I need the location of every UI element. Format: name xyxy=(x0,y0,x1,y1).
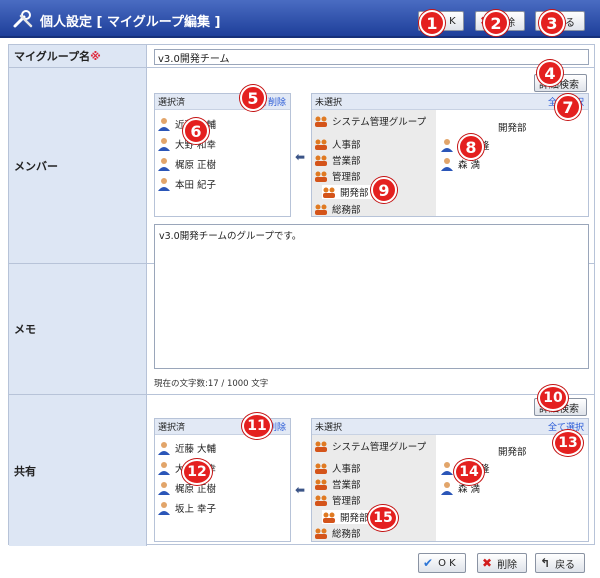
callout-badge: 1 xyxy=(419,10,445,36)
group-icon xyxy=(315,139,327,150)
group-icon xyxy=(315,463,327,474)
user-icon xyxy=(158,482,170,495)
callout-badge: 10 xyxy=(538,385,568,411)
member-right-heading: 開発部 xyxy=(498,123,527,134)
share-selected-item[interactable]: 近藤 大輔 xyxy=(157,441,216,455)
callout-badge: 5 xyxy=(240,85,266,111)
share-selected-item[interactable]: 坂上 幸子 xyxy=(157,501,216,515)
user-icon xyxy=(441,482,453,495)
member-selected-panel: 選択済 全て削除 xyxy=(154,93,291,217)
selected-header: 選択済 xyxy=(158,423,186,433)
tools-icon xyxy=(13,10,33,28)
page-title: 個人設定 [ マイグループ編集 ] xyxy=(40,15,221,30)
group-icon xyxy=(323,187,335,198)
user-icon xyxy=(441,462,453,475)
user-icon xyxy=(158,138,170,151)
callout-badge: 7 xyxy=(555,94,581,120)
add-arrow-icon[interactable]: ⬅ xyxy=(295,483,305,497)
share-group-item[interactable]: 営業部 xyxy=(314,477,361,491)
group-icon xyxy=(315,116,327,127)
footer-ok-button[interactable]: ✔ O K xyxy=(418,553,466,573)
user-icon xyxy=(158,178,170,191)
group-icon xyxy=(323,512,335,523)
group-icon xyxy=(315,495,327,506)
member-group-item[interactable]: 人事部 xyxy=(314,137,361,151)
share-subgroup-item[interactable]: 開発部 xyxy=(322,510,373,524)
user-icon xyxy=(441,139,453,152)
callout-badge: 14 xyxy=(454,459,484,485)
group-icon xyxy=(315,441,327,452)
callout-badge: 9 xyxy=(371,177,397,203)
callout-badge: 11 xyxy=(242,413,272,439)
members-label: メンバー xyxy=(9,68,147,263)
unselected-header: 未選択 xyxy=(315,98,343,108)
member-group-item[interactable]: 営業部 xyxy=(314,153,361,167)
memo-counter: 現在の文字数:17 / 1000 文字 xyxy=(154,379,269,389)
user-icon xyxy=(441,158,453,171)
add-arrow-icon[interactable]: ⬅ xyxy=(295,150,305,164)
callout-badge: 6 xyxy=(183,118,209,144)
footer-delete-button[interactable]: ✖ 削除 xyxy=(477,553,527,573)
unselected-header: 未選択 xyxy=(315,423,343,433)
member-selected-item[interactable]: 梶原 正樹 xyxy=(157,157,216,171)
share-selected-panel: 選択済全て削除 xyxy=(154,418,291,542)
group-icon xyxy=(315,171,327,182)
return-arrow-icon: ↰ xyxy=(540,556,551,570)
member-group-item[interactable]: 総務部 xyxy=(314,202,361,216)
footer-back-button[interactable]: ↰ 戻る xyxy=(535,553,585,573)
share-right-heading: 開発部 xyxy=(498,447,527,458)
share-group-item[interactable]: 人事部 xyxy=(314,461,361,475)
group-icon xyxy=(315,479,327,490)
selected-header: 選択済 xyxy=(158,98,186,108)
user-icon xyxy=(158,442,170,455)
group-icon xyxy=(315,204,327,215)
user-icon xyxy=(158,158,170,171)
member-group-item[interactable]: システム管理グループ xyxy=(314,114,426,128)
callout-badge: 13 xyxy=(553,430,583,456)
share-label: 共有 xyxy=(9,395,147,546)
share-selected-item[interactable]: 梶原 正樹 xyxy=(157,481,216,495)
group-name-label: マイグループ名 ※ xyxy=(9,45,147,67)
callout-badge: 2 xyxy=(483,10,509,36)
member-selected-item[interactable]: 本田 紀子 xyxy=(157,177,216,191)
share-group-item[interactable]: 管理部 xyxy=(314,493,361,507)
memo-label: メモ xyxy=(9,264,147,394)
group-icon xyxy=(315,528,327,539)
callout-badge: 12 xyxy=(182,459,212,485)
member-subgroup-item[interactable]: 開発部 xyxy=(322,185,373,199)
required-mark: ※ xyxy=(90,49,101,63)
group-icon xyxy=(315,155,327,166)
callout-badge: 8 xyxy=(458,134,484,160)
memo-textarea[interactable]: v3.0開発チームのグループです。 xyxy=(154,224,589,369)
user-icon xyxy=(158,118,170,131)
callout-badge: 4 xyxy=(537,60,563,86)
callout-badge: 15 xyxy=(368,505,398,531)
group-name-input[interactable]: v3.0開発チーム xyxy=(154,49,589,65)
share-group-item[interactable]: 総務部 xyxy=(314,526,361,540)
x-icon: ✖ xyxy=(482,556,493,570)
member-group-item[interactable]: 管理部 xyxy=(314,169,361,183)
share-group-item[interactable]: システム管理グループ xyxy=(314,439,426,453)
callout-badge: 3 xyxy=(539,10,565,36)
user-icon xyxy=(158,462,170,475)
user-icon xyxy=(158,502,170,515)
check-icon: ✔ xyxy=(423,556,434,570)
